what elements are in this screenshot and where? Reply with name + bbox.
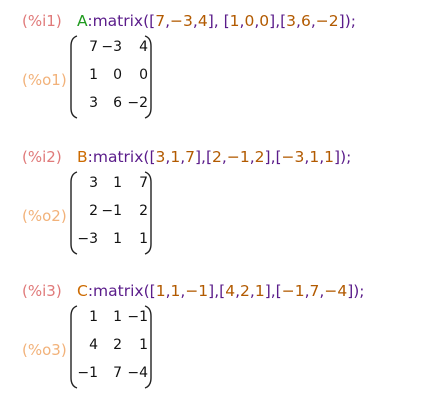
input-token: ],[ bbox=[269, 12, 287, 30]
matrix-entry: 0 bbox=[113, 67, 122, 83]
input-expression[interactable]: A:matrix([7,−3,4], [1,0,0],[3,6,−2]); bbox=[77, 12, 356, 30]
matrix-row: −3 1 1 bbox=[70, 229, 152, 249]
input-token: 4 bbox=[225, 282, 236, 300]
input-label: (%i2) bbox=[22, 148, 62, 166]
input-token: ],[ bbox=[208, 282, 226, 300]
input-token: 1 bbox=[170, 148, 181, 166]
input-token: −1 bbox=[185, 282, 209, 300]
input-token: −3 bbox=[170, 12, 193, 30]
matrix-entry: 1 bbox=[113, 309, 122, 325]
matrix-entry: 1 bbox=[113, 231, 122, 247]
matrix-row: 7 −3 4 bbox=[70, 37, 152, 57]
matrix-entry: 7 bbox=[89, 39, 98, 55]
input-token: −3 bbox=[281, 148, 305, 166]
input-token: 1 bbox=[155, 282, 166, 300]
output-matrix: 7 −3 4 1 0 0 3 6 −2 bbox=[70, 34, 152, 120]
input-token: 3 bbox=[155, 148, 166, 166]
input-token: 7 bbox=[185, 148, 195, 166]
matrix-entry: −1 bbox=[127, 309, 148, 325]
input-token: −4 bbox=[324, 282, 348, 300]
matrix-entry: −3 bbox=[77, 231, 98, 247]
input-token: 0 bbox=[259, 12, 270, 30]
output-label: (%o2) bbox=[22, 207, 67, 225]
matrix-entry: 2 bbox=[89, 203, 98, 219]
input-expression[interactable]: C:matrix([1,1,−1],[4,2,1],[−1,7,−4]); bbox=[77, 282, 365, 300]
matrix-entry: 4 bbox=[89, 337, 98, 353]
input-token: :matrix( bbox=[87, 282, 150, 300]
output-matrix: 1 1 −1 4 2 1 −1 7 −4 bbox=[70, 304, 152, 390]
input-token: 1 bbox=[324, 148, 335, 166]
input-token: 2 bbox=[212, 148, 222, 166]
input-token: 4 bbox=[197, 12, 208, 30]
matrix-row: 3 6 −2 bbox=[70, 93, 152, 113]
matrix-entry: 6 bbox=[113, 95, 122, 111]
matrix-entry: 7 bbox=[113, 365, 122, 381]
input-token: B bbox=[77, 148, 88, 166]
input-token: −1 bbox=[226, 148, 250, 166]
input-token: 3 bbox=[286, 12, 297, 30]
output-matrix: 3 1 7 2 −1 2 −3 1 1 bbox=[70, 170, 152, 256]
input-token: 7 bbox=[155, 12, 166, 30]
input-token: A bbox=[77, 12, 88, 30]
input-token: 2 bbox=[240, 282, 250, 300]
matrix-entry: −4 bbox=[127, 365, 148, 381]
input-token: 2 bbox=[254, 148, 265, 166]
matrix-entry: −1 bbox=[101, 203, 122, 219]
matrix-entry: 1 bbox=[139, 231, 148, 247]
input-expression[interactable]: B:matrix([3,1,7],[2,−1,2],[−3,1,1]); bbox=[77, 148, 351, 166]
input-token: 1 bbox=[309, 148, 320, 166]
input-label: (%i1) bbox=[22, 12, 62, 30]
input-token: C bbox=[77, 282, 88, 300]
matrix-entry: 1 bbox=[89, 309, 98, 325]
output-label: (%o1) bbox=[22, 71, 67, 89]
input-token: 1 bbox=[170, 282, 181, 300]
input-token: 6 bbox=[300, 12, 311, 30]
input-label: (%i3) bbox=[22, 282, 62, 300]
input-token: ],[ bbox=[195, 148, 213, 166]
input-token: ],[ bbox=[264, 282, 282, 300]
input-token: 1 bbox=[254, 282, 265, 300]
input-token: ]); bbox=[347, 282, 365, 300]
input-token: ],[ bbox=[264, 148, 282, 166]
matrix-entry: 0 bbox=[139, 67, 148, 83]
matrix-entry: 1 bbox=[139, 337, 148, 353]
matrix-row: 100 bbox=[70, 65, 152, 85]
matrix-entry: −1 bbox=[77, 365, 98, 381]
input-token: :matrix( bbox=[87, 12, 150, 30]
input-token: −2 bbox=[315, 12, 339, 30]
matrix-entry: 4 bbox=[139, 39, 148, 55]
input-token: 7 bbox=[309, 282, 320, 300]
matrix-row: 31 7 bbox=[70, 173, 152, 193]
matrix-row: 2 −1 2 bbox=[70, 201, 152, 221]
matrix-entry: 7 bbox=[139, 175, 148, 191]
matrix-entry: 3 bbox=[89, 95, 98, 111]
input-token: 1 bbox=[229, 12, 240, 30]
input-token: ]); bbox=[334, 148, 352, 166]
matrix-entry: −2 bbox=[127, 95, 148, 111]
matrix-row: 1 1 −1 bbox=[70, 307, 152, 327]
input-token: :matrix( bbox=[87, 148, 150, 166]
matrix-row: −1 7 −4 bbox=[70, 363, 152, 383]
output-label: (%o3) bbox=[22, 341, 67, 359]
matrix-entry: 2 bbox=[139, 203, 148, 219]
matrix-row: 42 1 bbox=[70, 335, 152, 355]
matrix-entry: 2 bbox=[113, 337, 122, 353]
input-token: 0 bbox=[244, 12, 255, 30]
matrix-entry: −3 bbox=[101, 39, 122, 55]
input-token: ], [ bbox=[207, 12, 230, 30]
matrix-entry: 1 bbox=[89, 67, 98, 83]
matrix-entry: 1 bbox=[113, 175, 122, 191]
input-token: −1 bbox=[281, 282, 305, 300]
matrix-entry: 3 bbox=[89, 175, 98, 191]
input-token: ]); bbox=[338, 12, 356, 30]
